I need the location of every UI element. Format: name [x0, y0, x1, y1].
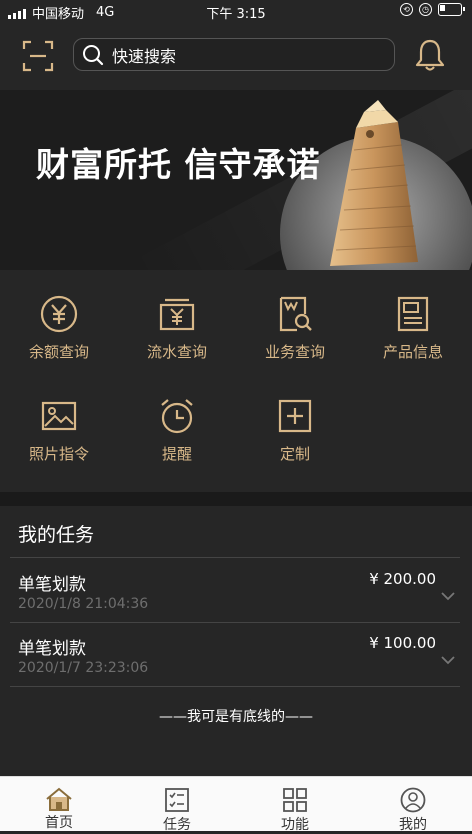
tab-label: 首页	[45, 815, 73, 831]
feature-label: 定制	[279, 445, 310, 463]
app-header: 快速搜索	[0, 22, 472, 90]
product-doc-icon	[397, 296, 429, 332]
feature-flow-query[interactable]: 流水查询	[118, 294, 236, 362]
search-bar[interactable]: 快速搜索	[73, 38, 395, 71]
alarm-icon: ◷	[419, 3, 432, 16]
task-item[interactable]: 单笔划款 2020/1/7 23:23:06 ¥ 100.00	[0, 630, 472, 694]
feature-customize[interactable]: 定制	[236, 396, 354, 464]
grid-apps-icon	[283, 788, 307, 812]
tab-functions[interactable]: 功能	[236, 777, 354, 833]
section-divider	[0, 492, 472, 506]
task-item[interactable]: 单笔划款 2020/1/8 21:04:36 ¥ 200.00	[0, 566, 472, 630]
bell-icon[interactable]	[414, 38, 446, 72]
tab-label: 我的	[399, 817, 427, 833]
feature-label: 业务查询	[264, 343, 325, 361]
feature-business-query[interactable]: 业务查询	[236, 294, 354, 362]
divider	[10, 557, 460, 558]
scan-icon[interactable]	[22, 40, 54, 72]
tab-tasks[interactable]: 任务	[118, 777, 236, 833]
banner[interactable]: 财富所托 信守承诺	[0, 90, 472, 270]
chevron-down-icon[interactable]	[441, 656, 455, 665]
feature-label: 照片指令	[28, 445, 89, 463]
section-title: 我的任务	[18, 524, 95, 546]
status-right: ⟲ ◷	[400, 3, 465, 16]
tab-label: 任务	[163, 817, 191, 833]
task-amount: ¥ 100.00	[369, 634, 436, 652]
status-bar: 中国移动 4G 下午 3:15 ⟲ ◷	[0, 0, 472, 22]
yuan-coin-icon	[40, 295, 78, 333]
photo-icon	[41, 401, 77, 431]
tab-home[interactable]: 首页	[0, 777, 118, 831]
my-tasks-section: 我的任务 单笔划款 2020/1/8 21:04:36 ¥ 200.00 单笔划…	[0, 506, 472, 776]
banner-title: 财富所托 信守承诺	[36, 145, 321, 184]
feature-label: 流水查询	[146, 343, 207, 361]
task-list-icon	[165, 788, 189, 812]
plus-square-icon	[278, 399, 312, 433]
divider	[10, 686, 460, 687]
chevron-down-icon[interactable]	[441, 592, 455, 601]
task-time: 2020/1/8 21:04:36	[18, 596, 149, 612]
search-icon	[83, 44, 104, 65]
battery-icon	[438, 3, 465, 16]
task-amount: ¥ 200.00	[369, 570, 436, 588]
task-name: 单笔划款	[18, 639, 86, 659]
feature-label: 产品信息	[382, 343, 443, 361]
tab-mine[interactable]: 我的	[354, 777, 472, 833]
list-end-text: ——我可是有底线的——	[159, 709, 313, 725]
document-search-icon	[279, 296, 312, 332]
user-icon	[400, 787, 426, 813]
feature-grid: 余额查询 流水查询 业务查询 产品信息 照片指令 提醒 定制	[0, 270, 472, 492]
feature-photo-instruction[interactable]: 照片指令	[0, 396, 118, 464]
feature-product-info[interactable]: 产品信息	[354, 294, 472, 362]
feature-label: 余额查询	[28, 343, 89, 361]
bottom-tab-bar: 首页 任务 功能 我的	[0, 776, 472, 833]
alarm-clock-icon	[161, 399, 193, 434]
divider	[10, 622, 460, 623]
task-name: 单笔划款	[18, 575, 86, 595]
home-icon	[46, 787, 72, 811]
orientation-lock-icon: ⟲	[400, 3, 413, 16]
task-time: 2020/1/7 23:23:06	[18, 660, 149, 676]
yuan-ledger-icon	[159, 298, 195, 331]
tab-label: 功能	[281, 817, 309, 833]
feature-label: 提醒	[161, 445, 192, 463]
feature-balance-query[interactable]: 余额查询	[0, 294, 118, 362]
search-placeholder: 快速搜索	[112, 46, 177, 66]
feature-reminder[interactable]: 提醒	[118, 396, 236, 464]
